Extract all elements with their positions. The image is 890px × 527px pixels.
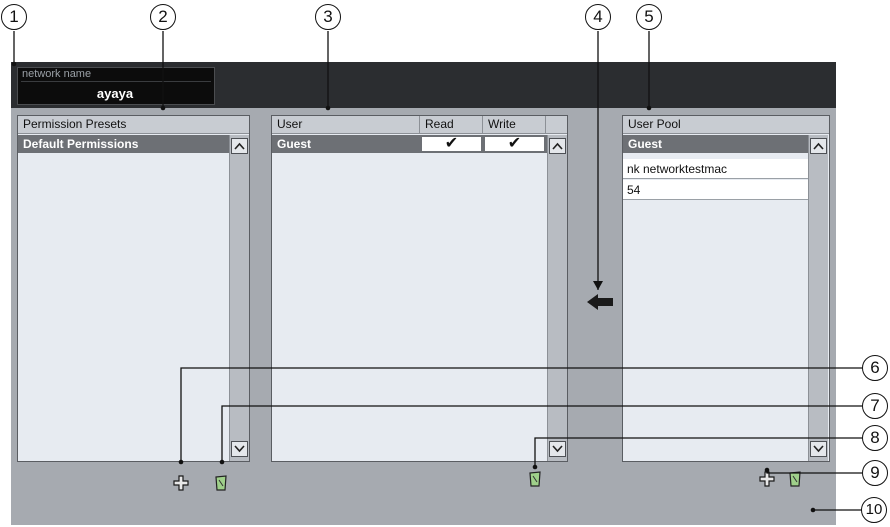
callout-8: 8 bbox=[862, 425, 888, 451]
callout-6: 6 bbox=[862, 355, 888, 381]
callout-10: 10 bbox=[861, 497, 887, 523]
callout-4: 4 bbox=[585, 4, 611, 30]
callout-3: 3 bbox=[315, 4, 341, 30]
callout-2: 2 bbox=[150, 4, 176, 30]
callout-lines bbox=[11, 31, 862, 513]
callout-9: 9 bbox=[862, 460, 888, 486]
callout-7: 7 bbox=[862, 393, 888, 419]
callout-5: 5 bbox=[636, 4, 662, 30]
callout-1: 1 bbox=[1, 4, 27, 30]
